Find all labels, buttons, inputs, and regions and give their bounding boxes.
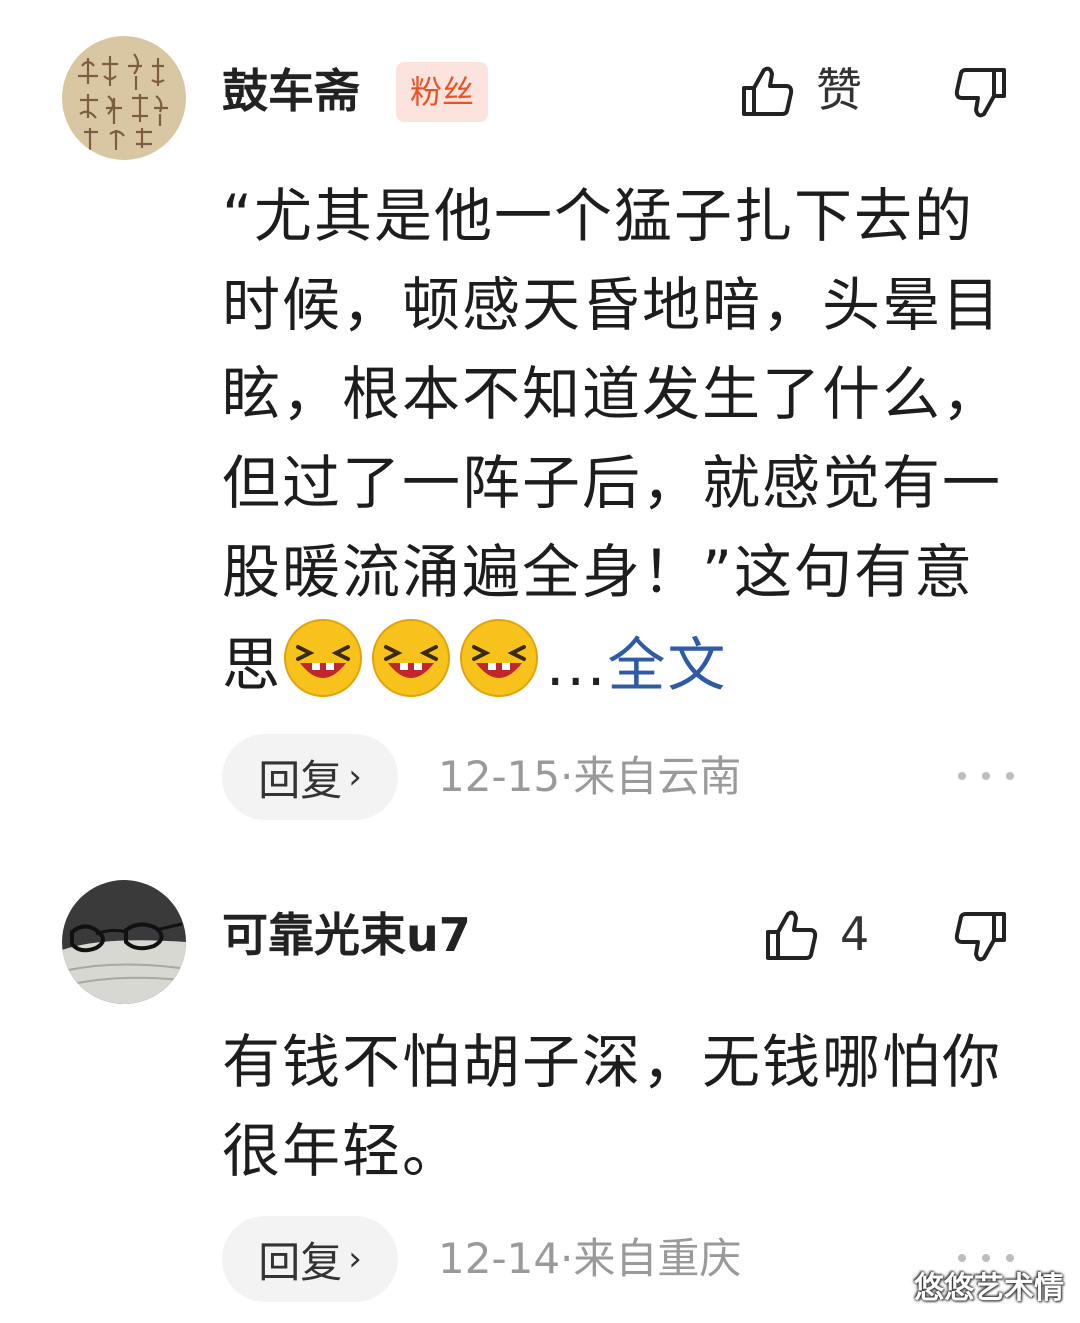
comment-location: 来自云南	[573, 752, 742, 801]
like-count: 4	[840, 907, 870, 961]
chevron-right-icon: ›	[348, 757, 362, 797]
thumbs-up-icon	[742, 66, 794, 116]
avatar[interactable]	[62, 36, 186, 160]
like-button[interactable]: 赞	[738, 60, 862, 120]
thumbs-down-icon[interactable]	[950, 64, 1010, 124]
laughing-emoji	[284, 619, 363, 697]
like-label: 赞	[816, 63, 862, 117]
reply-label: 回复	[258, 1237, 343, 1287]
comment-text: “尤其是他一个猛子扎下去的时候，顿感天昏地暗，头晕目眩，根本不知道发生了什么，但…	[222, 172, 1022, 710]
comment-location: 来自重庆	[573, 1234, 742, 1283]
laughing-emoji	[372, 619, 451, 697]
comment-meta: 12-14·来自重庆	[438, 1238, 741, 1280]
thumbs-up-icon	[766, 910, 818, 960]
more-dots-icon[interactable]	[958, 1254, 1014, 1262]
username[interactable]: 鼓车斋	[222, 68, 360, 114]
comment-text: 有钱不怕胡子深，无钱哪怕你很年轻。	[222, 1028, 1003, 1185]
more-dots-icon[interactable]	[958, 772, 1014, 780]
avatar[interactable]	[62, 880, 186, 1004]
fan-badge: 粉丝	[396, 62, 489, 122]
username[interactable]: 可靠光束u7	[222, 912, 471, 958]
ellipsis: ...	[546, 631, 608, 699]
comment-meta: 12-15·来自云南	[438, 756, 741, 798]
chevron-right-icon: ›	[348, 1239, 362, 1279]
reply-button[interactable]: 回复 ›	[222, 1216, 398, 1302]
comment-date: 12-14	[438, 1234, 561, 1283]
reply-label: 回复	[258, 755, 343, 805]
meta-separator: ·	[560, 1234, 574, 1283]
comment-date: 12-15	[438, 752, 561, 801]
full-text-link[interactable]: 全文	[607, 631, 727, 699]
like-button[interactable]: 4	[762, 904, 869, 964]
thumbs-down-icon[interactable]	[950, 908, 1010, 968]
meta-separator: ·	[560, 752, 574, 801]
laughing-emoji	[460, 619, 539, 697]
reply-button[interactable]: 回复 ›	[222, 734, 398, 820]
watermark: 悠悠艺术情	[914, 1271, 1064, 1306]
